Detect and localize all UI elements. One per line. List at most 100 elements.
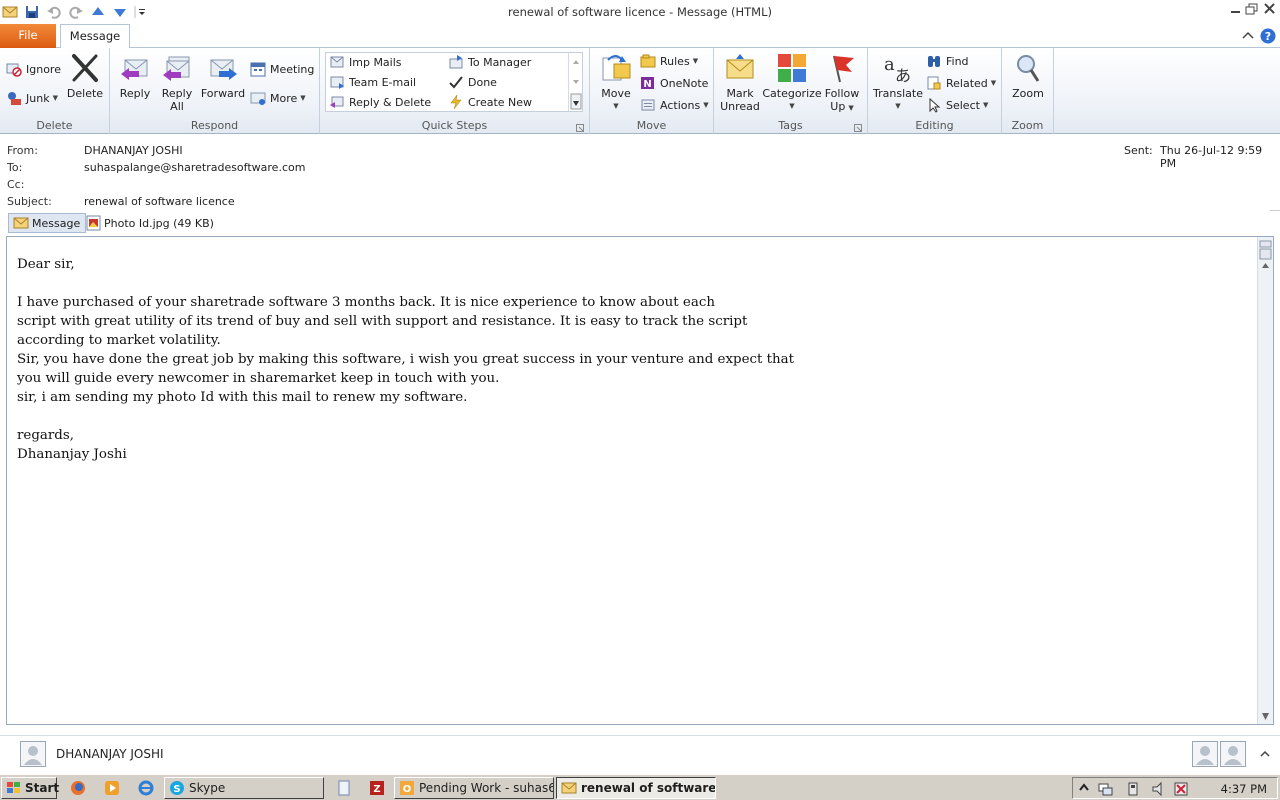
vertical-scrollbar[interactable] (1257, 237, 1273, 724)
meeting-button[interactable]: Meeting (250, 60, 314, 78)
contact-avatar-icon[interactable] (1220, 741, 1246, 767)
start-button[interactable]: Start (1, 777, 59, 799)
usb-device-icon[interactable] (1125, 781, 1141, 797)
rules-icon (640, 53, 656, 69)
junk-button[interactable]: Junk ▼ (6, 89, 58, 107)
taskbar-pending-work[interactable]: O Pending Work - suhas61... (394, 777, 554, 799)
quick-step-done[interactable]: Done (448, 73, 497, 91)
move-group: Move ▼ Rules ▼ N OneNote Actions ▼ Move (590, 48, 714, 134)
forward-button[interactable]: Forward (200, 52, 246, 100)
svg-text:O: O (403, 784, 412, 795)
sent-label: Sent: (1124, 144, 1153, 157)
mark-unread-button[interactable]: Mark Unread (718, 52, 762, 113)
magnifier-icon (1012, 52, 1044, 84)
delete-button[interactable]: Delete (66, 52, 104, 100)
reply-button[interactable]: Reply (116, 52, 154, 100)
quick-step-to-manager[interactable]: To Manager (448, 53, 531, 71)
chevron-down-icon: ▼ (300, 94, 306, 102)
quick-step-reply-delete[interactable]: Reply & Delete (329, 93, 431, 111)
notepad-icon[interactable] (336, 780, 352, 796)
chevron-down-icon: ▼ (990, 79, 997, 87)
binoculars-icon (926, 53, 942, 69)
quick-step-imp-mails[interactable]: Imp Mails (329, 53, 402, 71)
message-body-text[interactable]: Dear sir, I have purchased of your share… (17, 255, 1247, 464)
mail-folder-icon (329, 54, 345, 70)
mark-unread-icon (724, 52, 756, 84)
svg-text:N: N (643, 79, 651, 90)
forward-icon (207, 52, 239, 84)
move-button[interactable]: Move ▼ (596, 52, 636, 113)
svg-text:Z: Z (373, 784, 380, 795)
related-button[interactable]: Related ▼ (926, 74, 996, 92)
minimize-icon[interactable] (1228, 2, 1244, 16)
media-player-icon[interactable] (104, 780, 120, 796)
zoom-button[interactable]: Zoom (1008, 52, 1048, 100)
translate-button[interactable]: aあ Translate ▼ (872, 52, 924, 113)
message-body-pane[interactable]: Dear sir, I have purchased of your share… (6, 236, 1274, 725)
taskbar-renewal-message[interactable]: renewal of software li... (556, 777, 716, 799)
show-hidden-icons-icon[interactable] (1077, 781, 1091, 795)
chevron-down-icon: ▼ (692, 57, 699, 65)
related-icon (926, 75, 942, 91)
svg-text:a: a (884, 54, 895, 75)
rules-button[interactable]: Rules ▼ (640, 52, 698, 70)
quick-step-team-email[interactable]: Team E-mail (329, 73, 416, 91)
reply-icon (119, 52, 151, 84)
firefox-icon[interactable] (70, 780, 86, 796)
collapse-ribbon-icon[interactable] (1240, 28, 1256, 44)
move-icon (600, 52, 632, 84)
expand-people-pane-icon[interactable] (1258, 747, 1272, 761)
to-manager-icon (448, 54, 464, 70)
restore-icon[interactable] (1244, 2, 1260, 16)
message-attachment-tab[interactable]: Message (8, 213, 87, 233)
more-button[interactable]: More ▼ (250, 89, 306, 107)
find-button[interactable]: Find (926, 52, 969, 70)
zoom-group-label: Zoom (1011, 119, 1044, 132)
translate-icon: aあ (882, 52, 914, 85)
select-button[interactable]: Select ▼ (926, 96, 988, 114)
tags-group: Mark Unread Categorize ▼ Follow Up ▼ Tags (714, 48, 868, 134)
network-icon[interactable] (1097, 781, 1113, 797)
divider (1270, 210, 1280, 211)
categorize-button[interactable]: Categorize ▼ (762, 52, 822, 113)
to-value[interactable]: suhaspalange@sharetradesoftware.com (84, 161, 305, 174)
cursor-icon (926, 97, 942, 113)
reply-all-button[interactable]: Reply All (158, 52, 196, 113)
photo-attachment[interactable]: Photo Id.jpg (49 KB) (86, 214, 214, 232)
follow-up-button[interactable]: Follow Up ▼ (822, 52, 862, 115)
quick-step-create-new[interactable]: Create New (448, 93, 532, 111)
clock[interactable]: 4:37 PM (1221, 782, 1267, 796)
contact-avatar-icon[interactable] (1192, 741, 1218, 767)
system-tray: 4:37 PM (1072, 777, 1278, 799)
message-header: From: DHANANJAY JOSHI To: suhaspalange@s… (0, 134, 1280, 212)
actions-button[interactable]: Actions ▼ (640, 96, 709, 114)
onenote-button[interactable]: N OneNote (640, 74, 708, 92)
delete-icon (69, 52, 101, 84)
help-icon[interactable]: ? (1260, 28, 1276, 44)
reply-all-icon (161, 52, 193, 84)
svg-text:S: S (173, 784, 180, 795)
sent-value: Thu 26-Jul-12 9:59 PM (1160, 144, 1263, 170)
ignore-button[interactable]: Ignore (6, 60, 61, 78)
tab-message[interactable]: Message (60, 24, 130, 49)
chevron-down-icon: ▼ (982, 101, 989, 109)
taskbar-skype[interactable]: S Skype (164, 777, 324, 799)
chevron-down-icon: ▼ (613, 102, 619, 110)
chevron-down-icon: ▼ (848, 104, 854, 112)
close-icon[interactable] (1262, 2, 1278, 16)
security-alert-icon[interactable] (1173, 781, 1189, 797)
actions-icon (640, 97, 656, 113)
svg-text:あ: あ (895, 66, 911, 84)
quick-steps-group: Imp Mails To Manager Team E-mail Done Re… (320, 48, 590, 134)
quick-steps-gallery: Imp Mails To Manager Team E-mail Done Re… (325, 52, 583, 112)
filezilla-icon[interactable]: Z (369, 780, 385, 796)
windows-logo-icon (6, 780, 22, 796)
ribbon-tabs: File Message ? (0, 24, 1280, 49)
internet-explorer-icon[interactable] (138, 780, 154, 796)
chevron-down-icon: ▼ (52, 94, 58, 102)
volume-icon[interactable] (1151, 781, 1167, 797)
from-value[interactable]: DHANANJAY JOSHI (84, 144, 183, 157)
avatar[interactable] (20, 741, 46, 767)
quick-steps-scroll[interactable] (568, 53, 582, 111)
tab-file[interactable]: File (0, 24, 56, 48)
